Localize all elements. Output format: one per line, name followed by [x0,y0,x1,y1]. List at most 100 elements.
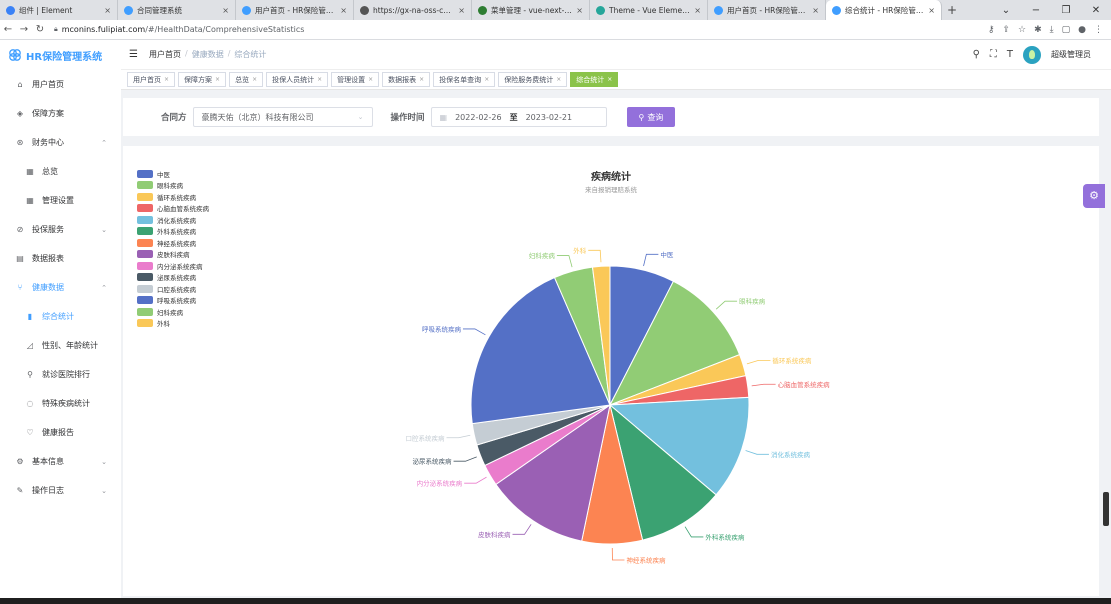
browser-tab[interactable]: 用户首页 - HR保险管理系 × [236,0,354,20]
tab-search-icon[interactable]: ⌄ [991,5,1021,16]
sidebar-item[interactable]: ⚲ 就诊医院排行 [0,360,121,389]
header-actions: ⚲ ⛶ T 超级管理员 [973,45,1111,64]
browser-tab[interactable]: 组件 | Element × [0,0,118,20]
sidebar-item[interactable]: ⑂ 健康数据 ⌃ [0,273,121,302]
sidebar-item[interactable]: ◿ 性别、年龄统计 [0,331,121,360]
restore-icon[interactable]: ❐ [1051,5,1081,16]
close-tab-icon[interactable]: × [222,6,229,15]
date-range-picker[interactable]: ▦ 2022-02-26 至 2023-02-21 [430,107,607,127]
favicon-icon [478,5,487,15]
new-tab-button[interactable]: + [942,0,962,20]
sidepanel-icon[interactable]: ▢ [1062,25,1071,35]
theme-settings-button[interactable]: ⚙ [1083,184,1105,208]
chevron-icon: ⌃ [101,283,107,292]
close-icon[interactable]: × [556,76,561,83]
slice-label: 泌尿系统疾病 [413,457,453,466]
close-icon[interactable]: × [164,76,169,83]
browser-tab[interactable]: Theme - Vue Element A × [590,0,708,20]
tag-item[interactable]: 保障方案 × [178,72,227,87]
tag-item[interactable]: 管理设置 × [331,72,380,87]
app-logo[interactable]: HR保险管理系统 [0,40,121,70]
sidebar-item[interactable]: ▦ 总览 [0,157,121,186]
close-icon[interactable]: × [252,76,257,83]
tag-item[interactable]: 投保人员统计 × [266,72,329,87]
breadcrumb-item: 健康数据 [191,50,224,59]
sidebar-item[interactable]: ◈ 保障方案 [0,99,121,128]
close-tab-icon[interactable]: × [458,6,465,15]
tag-item[interactable]: 总览 × [229,72,264,87]
slice-label: 口腔系统疾病 [406,433,446,442]
fullscreen-icon[interactable]: ⛶ [990,49,997,60]
profile-icon[interactable]: ● [1078,25,1086,35]
menu-icon[interactable]: ⋮ [1094,25,1103,35]
label-leader-line [745,450,769,455]
close-icon[interactable]: × [368,76,373,83]
avatar[interactable] [1023,45,1041,64]
hamburger-icon[interactable]: ☰ [129,49,143,60]
chevron-icon: ⌄ [101,225,107,234]
download-icon[interactable]: ⤓ [1050,25,1054,35]
browser-tab[interactable]: 综合统计 - HR保险管理系 × [826,0,942,20]
contract-select[interactable]: 豪腾天佑（北京）科技有限公司 ⌄ [192,107,373,127]
date-start[interactable]: 2022-02-26 [455,113,502,122]
font-size-icon[interactable]: T [1007,49,1013,60]
date-end[interactable]: 2023-02-21 [526,113,573,122]
close-icon[interactable]: × [419,76,424,83]
star-icon[interactable]: ☆ [1018,25,1026,35]
browser-tab[interactable]: 用户首页 - HR保险管理系 × [708,0,826,20]
query-button[interactable]: ⚲ 查询 [626,107,676,127]
browser-tab[interactable]: https://gx-na-oss-cn-zh × [354,0,472,20]
close-tab-icon[interactable]: × [340,6,347,15]
reload-icon[interactable]: ↻ [32,24,48,35]
disease-icon: ◌ [26,399,34,408]
search-icon[interactable]: ⚲ [973,49,980,60]
close-tab-icon[interactable]: × [694,6,701,15]
analytics-icon: ◿ [26,341,34,350]
sidebar-item[interactable]: ⚙ 基本信息 ⌄ [0,447,121,476]
browser-tab-title: Theme - Vue Element A [609,5,691,15]
chart-panel: 中医 眼科疾病 循环系统疾病 心脑血管系统疾病 消化系统疾病 外科系统疾病 神经系统疾病 皮肤… [123,146,1099,596]
tag-item[interactable]: 数据报表 × [382,72,431,87]
close-icon[interactable]: × [484,76,489,83]
logo-icon [9,49,21,61]
url-field[interactable]: 🔒︎ mconins.fulipiat.com /#/HealthData/Co… [54,25,304,34]
close-tab-icon[interactable]: × [928,6,935,15]
tag-item[interactable]: 综合统计 × [570,72,619,87]
close-window-icon[interactable]: ✕ [1081,5,1111,16]
tag-item[interactable]: 用户首页 × [127,72,176,87]
sidebar-item[interactable]: ⊘ 投保服务 ⌄ [0,215,121,244]
back-icon[interactable]: ← [0,24,16,35]
user-name[interactable]: 超级管理员 [1051,49,1091,60]
sidebar-item[interactable]: ▦ 管理设置 [0,186,121,215]
close-tab-icon[interactable]: × [576,6,583,15]
share-icon[interactable]: ⇪ [1002,25,1010,35]
favicon-icon [124,5,133,15]
close-icon[interactable]: × [607,76,612,83]
chevron-down-icon: ⌄ [357,113,364,121]
side-handle[interactable] [1103,492,1109,526]
tag-label: 总览 [235,75,250,84]
tag-item[interactable]: 保险服务费统计 × [498,72,568,87]
sidebar-item[interactable]: ♡ 健康报告 [0,418,121,447]
key-icon[interactable]: ⚷ [988,25,995,35]
breadcrumb-item[interactable]: 用户首页 [149,49,181,60]
tag-label: 保障方案 [184,75,213,84]
sidebar-item[interactable]: ✎ 操作日志 ⌄ [0,476,121,505]
browser-tab[interactable]: 菜单管理 - vue-next-adm × [472,0,590,20]
label-leader-line [611,547,625,561]
sidebar-item[interactable]: ⊛ 财务中心 ⌃ [0,128,121,157]
forward-icon[interactable]: → [16,24,32,35]
sidebar-item[interactable]: ⌂ 用户首页 [0,70,121,99]
sidebar-item[interactable]: ▤ 数据报表 [0,244,121,273]
sidebar-item[interactable]: ◌ 特殊疾病统计 [0,389,121,418]
close-icon[interactable]: × [317,76,322,83]
sidebar-item-label: 健康数据 [32,283,64,292]
close-icon[interactable]: × [215,76,220,83]
browser-tab[interactable]: 合同管理系统 × [118,0,236,20]
minimize-icon[interactable]: − [1021,5,1051,16]
close-tab-icon[interactable]: × [104,6,111,15]
extensions-icon[interactable]: ✱ [1034,25,1042,35]
close-tab-icon[interactable]: × [812,6,819,15]
tag-item[interactable]: 投保名单查询 × [433,72,496,87]
sidebar-item[interactable]: ▮ 综合统计 [0,302,121,331]
